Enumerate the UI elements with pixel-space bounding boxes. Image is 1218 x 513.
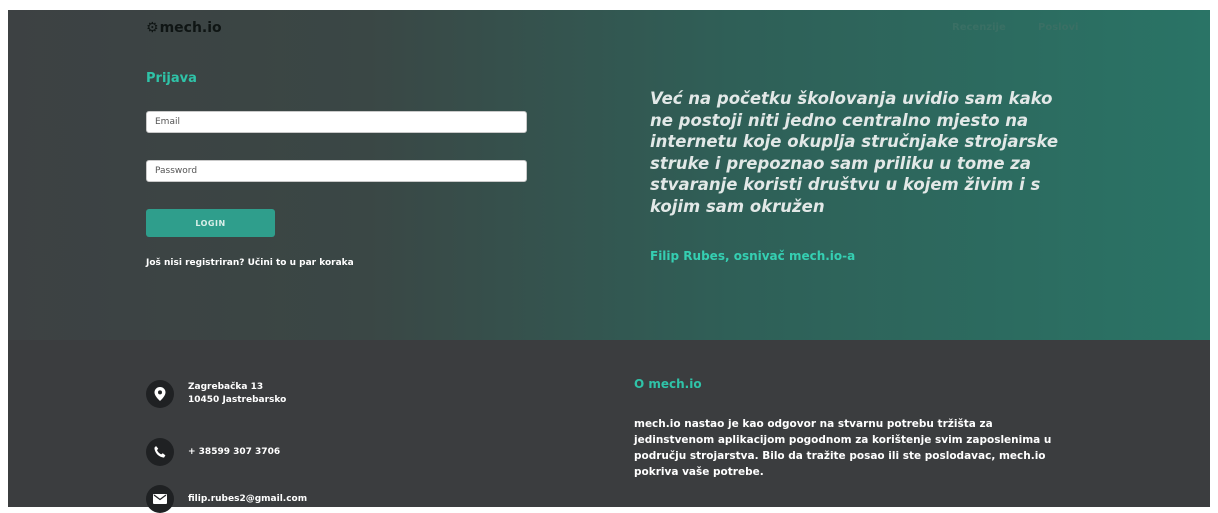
nav-jobs-link[interactable]: Poslovi (1038, 22, 1078, 33)
address-line1: Zagrebačka 13 (188, 382, 264, 392)
login-title: Prijava (146, 71, 197, 86)
founder-quote: Već na početku školovanja uvidio sam kak… (650, 89, 1059, 216)
contact-address: Zagrebačka 13 10450 Jastrebarsko (146, 380, 286, 408)
nav-reviews-link[interactable]: Recenzije (952, 22, 1006, 33)
phone-text: + 38599 307 3706 (188, 446, 281, 457)
about-text: mech.io nastao je kao odgovor na stvarnu… (634, 418, 1052, 478)
password-input[interactable] (146, 160, 527, 182)
register-link[interactable]: Još nisi registriran? Učini to u par kor… (146, 258, 354, 268)
contact-phone: + 38599 307 3706 (146, 438, 280, 466)
contact-email: filip.rubes2@gmail.com (146, 485, 307, 513)
quote-author: Filip Rubes, osnivač mech.io-a (650, 249, 856, 263)
about-title: O mech.io (634, 377, 702, 391)
phone-icon (146, 438, 174, 466)
logo[interactable]: ⚙ mech.io (146, 20, 222, 36)
logo-text: mech.io (159, 20, 222, 36)
gear-icon: ⚙ (146, 20, 159, 36)
location-pin-icon (146, 380, 174, 408)
address-line2: 10450 Jastrebarsko (188, 395, 287, 405)
email-input[interactable] (146, 111, 527, 133)
login-button[interactable]: LOGIN (146, 209, 275, 237)
email-text[interactable]: filip.rubes2@gmail.com (188, 493, 307, 506)
mail-icon (146, 485, 174, 513)
